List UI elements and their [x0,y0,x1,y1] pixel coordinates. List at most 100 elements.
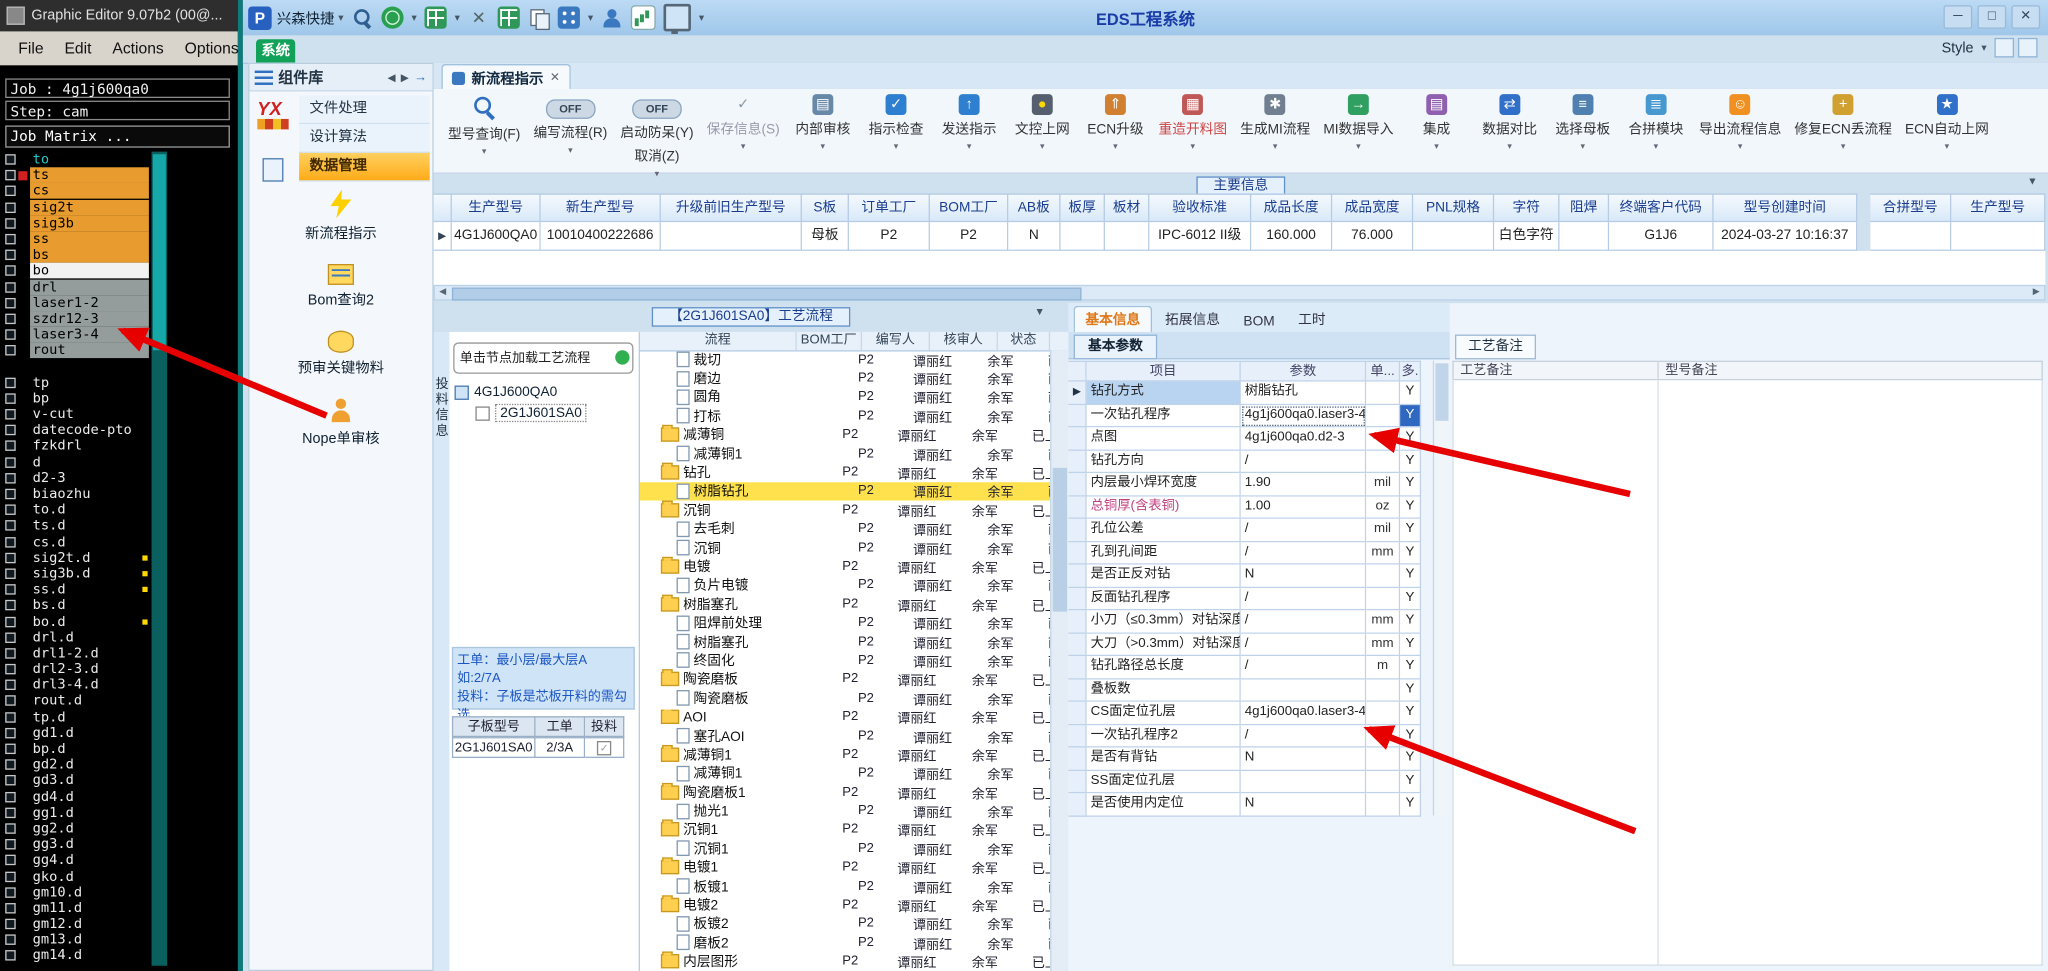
layer-name[interactable]: tp.d [30,709,149,725]
layer-row[interactable]: drl3-4.d [3,677,149,693]
horizontal-scrollbar[interactable]: ◀ ▶ [433,284,2046,301]
library-tab[interactable]: 文件处理 [299,95,430,125]
monitor-icon[interactable] [663,3,692,34]
layer-checkbox[interactable] [5,807,16,818]
layer-row[interactable]: to [3,152,149,168]
layer-name[interactable]: bs.d [30,598,149,614]
layer-row[interactable]: sig2t [3,199,149,216]
layer-name[interactable]: to [30,152,149,168]
layer-checkbox[interactable] [5,488,16,500]
layer-row[interactable]: gd2.d [3,757,149,773]
grid-table-icon[interactable] [497,6,520,29]
process-row[interactable]: 减薄铜1 P2 谭丽红 余军 已上 [640,444,1050,463]
param-row-selector[interactable] [1068,610,1087,634]
next-icon[interactable]: ▶ [401,71,409,83]
process-row[interactable]: 树脂钻孔 P2 谭丽红 余军 已上 [639,481,1051,501]
column-header[interactable]: 新生产型号 [540,193,661,223]
layer-checkbox[interactable] [5,170,16,181]
internal-audit-button[interactable]: ▤ 内部审核 ▾ [786,89,859,152]
process-row[interactable]: 负片电镀 P2 谭丽红 余军 已上 [640,576,1050,595]
layer-checkbox[interactable] [5,218,16,229]
tree-node-child[interactable]: 2G1J601SA0 [455,403,588,424]
save-info-button[interactable]: ✓ 保存信息(S) ▾ [700,89,786,152]
param-row[interactable]: 是否正反对钻 N Y [1068,564,1431,588]
process-row[interactable]: 去毛刺 P2 谭丽红 余军 已上 [640,520,1050,539]
layer-checkbox[interactable] [5,265,16,277]
layer-name[interactable]: gko.d [30,868,149,884]
layer-name[interactable]: d2-3 [30,470,149,486]
system-tab[interactable]: 系统 [255,39,296,63]
copy-icon[interactable] [528,7,550,31]
layer-checkbox[interactable] [5,775,16,786]
cell-value[interactable]: 母板 [801,222,849,251]
hamburger-icon[interactable] [254,69,273,85]
layer-name[interactable]: datecode-pto [30,422,149,438]
layer-checkbox[interactable] [5,154,16,165]
layer-checkbox[interactable] [5,664,16,675]
layer-name[interactable]: drl3-4.d [30,677,149,693]
layer-row[interactable]: bp [3,391,149,407]
layer-checkbox[interactable] [5,313,16,325]
layer-name[interactable]: gg1.d [30,805,149,821]
layer-name[interactable]: gm11.d [30,900,149,916]
layer-row[interactable]: datecode-pto [3,422,149,438]
layer-checkbox[interactable] [5,679,16,691]
process-row[interactable]: 电镀1 P2 谭丽红 余军 已上 [640,857,1050,877]
layer-name[interactable]: gd3.d [30,773,149,789]
library-item[interactable]: Bom查询2 [308,263,374,310]
scrollbar-thumb[interactable] [451,287,1082,301]
layer-name[interactable]: d [30,454,149,470]
collapsed-panel-strip[interactable]: 投料信息 [432,331,451,971]
layer-name[interactable]: v-cut [30,407,149,423]
layer-name[interactable]: bp.d [30,741,149,757]
process-row[interactable]: 陶瓷磨板1 P2 谭丽红 余军 已上 [640,782,1050,802]
cell-value[interactable] [1559,222,1610,251]
param-row[interactable]: 总铜厚(含表铜) 1.00 oz Y [1068,495,1431,519]
ecn-auto-upload-button[interactable]: ★ ECN自动上网 ▾ [1898,89,1995,152]
layer-name[interactable]: sig3b [30,215,149,232]
param-value[interactable]: 1.00 [1240,495,1367,519]
write-flow-button[interactable]: OFF 编写流程(R) ▾ [527,89,614,156]
maximize-button[interactable]: □ [1977,5,2007,29]
column-header[interactable]: 阻焊 [1559,193,1610,223]
column-header[interactable]: 板厚 [1060,193,1105,223]
caret-down-icon[interactable]: ▾ [699,12,704,24]
user-icon[interactable] [601,7,623,29]
layer-name[interactable]: to.d [30,502,149,518]
layer-row[interactable]: gg2.d [3,821,149,837]
layer-row[interactable]: gm13.d [3,932,149,948]
layer-row[interactable]: sig2t.d [3,550,149,566]
repair-ecn-flow-button[interactable]: + 修复ECN丢流程 ▾ [1788,89,1899,152]
layer-checkbox[interactable] [5,886,16,898]
param-row-selector[interactable] [1068,770,1087,794]
layer-checkbox[interactable] [5,950,16,962]
layer-name[interactable]: gm10.d [30,884,149,900]
column-header[interactable]: 生产型号 [1951,193,2046,223]
tab-basic-params[interactable]: 基本参数 [1073,334,1158,360]
layer-checkbox[interactable] [5,393,16,404]
recreate-cut-map-button[interactable]: ▦ 重造开料图 ▾ [1152,89,1234,152]
export-flow-info-button[interactable]: ☺ 导出流程信息 ▾ [1693,89,1788,152]
caret-down-icon[interactable]: ▾ [1981,42,1986,54]
cell-value[interactable]: IPC-6012 II级 [1149,222,1252,251]
column-header[interactable]: 订单工厂 [848,193,930,223]
layer-checkbox[interactable] [5,600,16,611]
process-row[interactable]: 沉铜 P2 谭丽红 余军 已上 [640,500,1050,520]
process-row[interactable]: 阻焊前处理 P2 谭丽红 余军 已上 [640,614,1050,633]
model-notes-column[interactable] [1658,380,2043,966]
param-row-selector[interactable] [1068,587,1087,611]
style-option-icon[interactable] [1994,37,2015,58]
library-item[interactable]: 新流程指示 [305,189,377,243]
instruction-check-button[interactable]: ✓ 指示检查 ▾ [859,89,932,152]
param-value[interactable]: / [1240,656,1367,679]
layer-checkbox[interactable] [5,441,16,452]
layer-name[interactable]: sig2t [30,199,149,216]
column-header[interactable]: BOM工厂 [929,193,1009,223]
layer-name[interactable]: drl [30,279,149,295]
process-row[interactable]: 减薄铜 P2 谭丽红 余军 已上 [640,425,1050,445]
process-list-scrollbar[interactable] [1050,350,1069,971]
globe-icon[interactable] [381,6,404,29]
process-row[interactable]: 减薄铜1 P2 谭丽红 余军 已上 [640,764,1050,783]
param-row[interactable]: 钻孔路径总长度 / m Y [1068,656,1431,679]
process-row[interactable]: 陶瓷磨板 P2 谭丽红 余军 已上 [640,669,1050,689]
